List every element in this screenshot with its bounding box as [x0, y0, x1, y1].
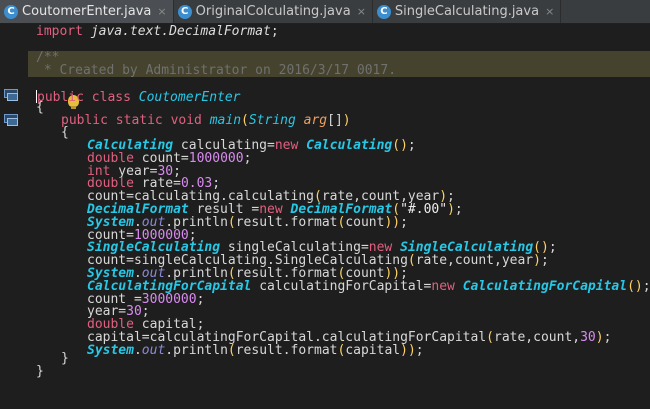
tab-label: CoutomerEnter.java [22, 4, 152, 19]
close-icon[interactable]: × [357, 5, 366, 18]
class-c-icon: C [4, 4, 18, 19]
close-icon[interactable]: × [157, 5, 166, 18]
code-editor[interactable]: import java.text.DecimalFormat; /** * Cr… [28, 24, 650, 409]
tab-label: OriginalColculating.java [195, 4, 351, 19]
class-brace-close: } [36, 364, 44, 379]
implements-icon[interactable] [4, 89, 18, 101]
tab-coutomerenter[interactable]: C CoutomerEnter.java × [0, 0, 174, 23]
code-line: System.out.println(result.format(capital… [87, 342, 424, 358]
main-declaration: public static void main(String arg[]) [61, 113, 351, 128]
implements-icon[interactable] [4, 114, 18, 126]
class-c-icon: C [177, 4, 192, 19]
tab-label: SingleCalculating.java [394, 4, 540, 19]
editor-tab-bar: C CoutomerEnter.java × C OriginalColcula… [0, 0, 650, 24]
close-icon[interactable]: × [545, 5, 554, 18]
class-declaration: public class CoutomerEnter [36, 90, 241, 105]
class-c-icon: C [376, 4, 391, 19]
comment-body: * Created by Administrator on 2016/3/17 … [36, 63, 397, 78]
main-brace-open: { [61, 125, 69, 140]
class-brace-open: { [36, 100, 44, 115]
tab-singlecalculating[interactable]: C SingleCalculating.java × [373, 0, 562, 23]
tab-originalcolculating[interactable]: C OriginalColculating.java × [174, 0, 373, 23]
editor-gutter [0, 24, 28, 409]
main-brace-close: } [61, 351, 69, 366]
import-line: import java.text.DecimalFormat; [36, 24, 279, 39]
